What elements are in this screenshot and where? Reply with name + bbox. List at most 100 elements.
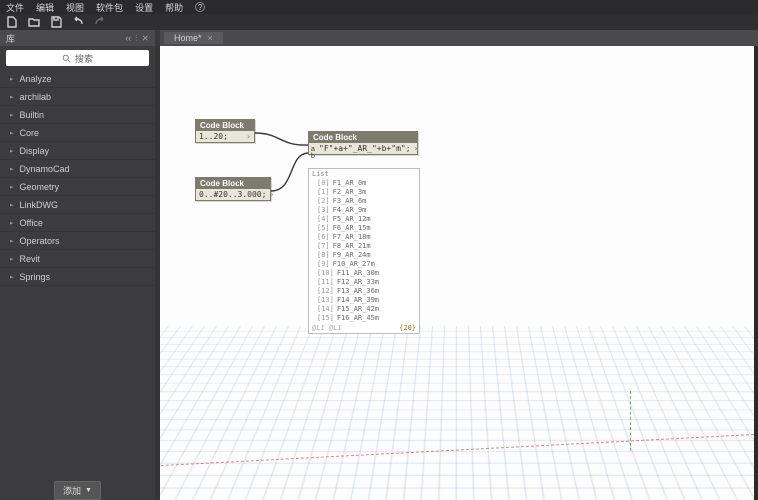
axis-x bbox=[161, 434, 754, 466]
search-icon bbox=[62, 54, 71, 63]
library-item-dynamocad[interactable]: ▸ DynamoCad bbox=[0, 160, 155, 178]
menu-view[interactable]: 视图 bbox=[66, 1, 84, 14]
tab-strip: Home* × bbox=[160, 30, 758, 46]
output-count: {20} bbox=[399, 324, 416, 332]
menu-settings[interactable]: 设置 bbox=[135, 1, 153, 14]
library-item-label: archilab bbox=[20, 92, 52, 102]
output-row: [7]F8_AR_21m bbox=[309, 242, 419, 251]
tab-home[interactable]: Home* × bbox=[164, 32, 223, 44]
chevron-right-icon: ▸ bbox=[10, 273, 14, 279]
node-code-block-3[interactable]: Code Block a b "F"+a+"_AR_"+b+"m"; › bbox=[308, 131, 418, 155]
chevron-right-icon: ▸ bbox=[10, 219, 14, 225]
chevron-right-icon: ▸ bbox=[10, 111, 14, 117]
chevron-right-icon: ▸ bbox=[10, 75, 14, 81]
add-button[interactable]: 添加 ▼ bbox=[54, 481, 101, 500]
library-item-operators[interactable]: ▸ Operators bbox=[0, 232, 155, 250]
out-port-icon[interactable]: › bbox=[414, 144, 419, 153]
library-item-label: Geometry bbox=[20, 182, 60, 192]
lib-pin-icon[interactable]: ⫶ bbox=[135, 33, 137, 44]
node-code[interactable]: 0..#20..3.000; bbox=[199, 190, 266, 199]
library-item-label: Revit bbox=[20, 254, 41, 264]
library-item-label: Builtin bbox=[20, 110, 45, 120]
output-row: [10]F11_AR_30m bbox=[309, 269, 419, 278]
output-row: [4]F5_AR_12m bbox=[309, 215, 419, 224]
lib-collapse-icon[interactable]: ‹‹ bbox=[125, 33, 131, 44]
menu-edit[interactable]: 编辑 bbox=[36, 1, 54, 14]
chevron-right-icon: ▸ bbox=[10, 147, 14, 153]
library-item-label: Display bbox=[20, 146, 50, 156]
output-row: [0]F1_AR_0m bbox=[309, 179, 419, 188]
undo-icon[interactable] bbox=[72, 16, 84, 28]
chevron-right-icon: ▸ bbox=[10, 237, 14, 243]
output-row: [2]F3_AR_6m bbox=[309, 197, 419, 206]
output-row: [6]F7_AR_18m bbox=[309, 233, 419, 242]
output-row: [3]F4_AR_9m bbox=[309, 206, 419, 215]
output-row: [9]F10_AR_27m bbox=[309, 260, 419, 269]
library-item-geometry[interactable]: ▸ Geometry bbox=[0, 178, 155, 196]
library-item-archilab[interactable]: ▸ archilab bbox=[0, 88, 155, 106]
right-gutter bbox=[754, 46, 758, 500]
menu-help[interactable]: 帮助 bbox=[165, 1, 183, 14]
library-item-linkdwg[interactable]: ▸ LinkDWG bbox=[0, 196, 155, 214]
new-file-icon[interactable] bbox=[6, 16, 18, 28]
tab-close-icon[interactable]: × bbox=[208, 33, 213, 43]
library-header: 库 ‹‹ ⫶ ⨯ bbox=[0, 30, 155, 46]
chevron-right-icon: ▸ bbox=[10, 201, 14, 207]
tab-home-label: Home* bbox=[174, 33, 202, 43]
out-port-icon[interactable]: › bbox=[246, 132, 251, 141]
library-item-springs[interactable]: ▸ Springs bbox=[0, 268, 155, 286]
output-row: [12]F13_AR_36m bbox=[309, 287, 419, 296]
library-list: ▸ Analyze ▸ archilab ▸ Builtin ▸ Core ▸ Display ▸ D… bbox=[0, 70, 155, 473]
chevron-down-icon: ▼ bbox=[85, 487, 92, 494]
library-item-label: Analyze bbox=[20, 74, 52, 84]
node-title: Code Block bbox=[200, 179, 244, 188]
add-button-label: 添加 bbox=[63, 484, 81, 497]
output-row: [1]F2_AR_3m bbox=[309, 188, 419, 197]
redo-icon[interactable] bbox=[94, 16, 106, 28]
node-code-block-2[interactable]: Code Block 0..#20..3.000; › bbox=[195, 177, 271, 201]
library-item-display[interactable]: ▸ Display bbox=[0, 142, 155, 160]
sub-header: 库 ‹‹ ⫶ ⨯ Home* × bbox=[0, 30, 758, 46]
search-placeholder: 搜索 bbox=[75, 52, 93, 65]
output-row: [15]F16_AR_45m bbox=[309, 314, 419, 323]
library-item-label: Core bbox=[20, 128, 40, 138]
chevron-right-icon: ▸ bbox=[10, 165, 14, 171]
library-item-label: LinkDWG bbox=[20, 200, 59, 210]
chevron-right-icon: ▸ bbox=[10, 129, 14, 135]
library-item-analyze[interactable]: ▸ Analyze bbox=[0, 70, 155, 88]
chevron-right-icon: ▸ bbox=[10, 255, 14, 261]
library-item-builtin[interactable]: ▸ Builtin bbox=[0, 106, 155, 124]
output-label: List bbox=[309, 169, 419, 179]
chevron-right-icon: ▸ bbox=[10, 183, 14, 189]
node-title: Code Block bbox=[200, 121, 244, 130]
library-item-label: Operators bbox=[20, 236, 60, 246]
library-item-label: DynamoCad bbox=[20, 164, 70, 174]
menu-file[interactable]: 文件 bbox=[6, 1, 24, 14]
chevron-right-icon: ▸ bbox=[10, 93, 14, 99]
search-input[interactable]: 搜索 bbox=[6, 50, 149, 66]
library-item-revit[interactable]: ▸ Revit bbox=[0, 250, 155, 268]
output-row: [5]F6_AR_15m bbox=[309, 224, 419, 233]
in-port-a[interactable]: a bbox=[311, 146, 315, 153]
toolbar bbox=[0, 14, 758, 30]
output-row: [11]F12_AR_33m bbox=[309, 278, 419, 287]
node-output-preview[interactable]: List [0]F1_AR_0m[1]F2_AR_3m[2]F3_AR_6m[3… bbox=[308, 168, 420, 334]
graph-canvas[interactable]: Code Block 1..20; › Code Block 0..#20..3… bbox=[160, 46, 754, 500]
menu-packages[interactable]: 软件包 bbox=[96, 1, 123, 14]
axis-y bbox=[630, 391, 631, 451]
library-item-label: Springs bbox=[20, 272, 51, 282]
help-icon[interactable]: ? bbox=[195, 2, 205, 12]
save-icon[interactable] bbox=[50, 16, 62, 28]
in-port-b[interactable]: b bbox=[311, 153, 315, 160]
out-port-icon[interactable]: › bbox=[269, 190, 274, 199]
node-code[interactable]: 1..20; bbox=[199, 132, 228, 141]
open-file-icon[interactable] bbox=[28, 16, 40, 28]
library-item-office[interactable]: ▸Office bbox=[0, 214, 155, 232]
lib-close-icon[interactable]: ⨯ bbox=[141, 33, 149, 44]
library-panel: 搜索 ▸ Analyze ▸ archilab ▸ Builtin ▸ Core ▸ Displa… bbox=[0, 46, 155, 500]
node-code[interactable]: "F"+a+"_AR_"+b+"m"; bbox=[319, 144, 411, 153]
menu-bar: 文件 编辑 视图 软件包 设置 帮助 ? bbox=[0, 0, 758, 14]
output-row: [14]F15_AR_42m bbox=[309, 305, 419, 314]
library-item-core[interactable]: ▸ Core bbox=[0, 124, 155, 142]
node-code-block-1[interactable]: Code Block 1..20; › bbox=[195, 119, 255, 143]
